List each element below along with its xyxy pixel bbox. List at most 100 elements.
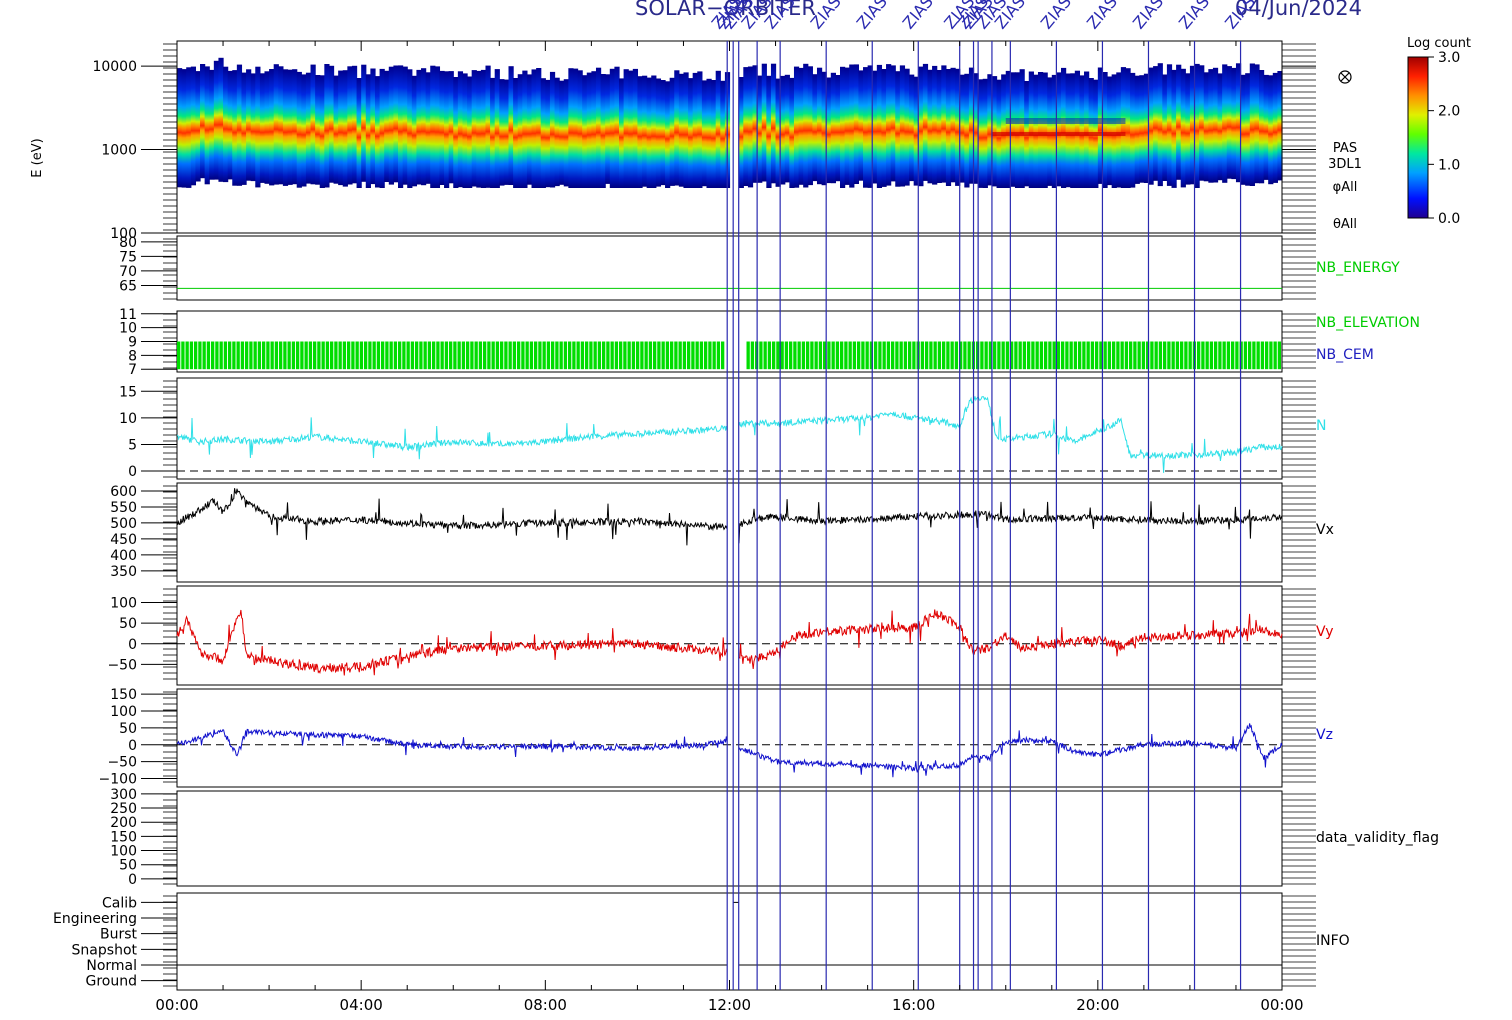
- nb-elevation-bar: [589, 341, 593, 370]
- spectrogram-column: [1240, 74, 1246, 185]
- spectrogram-column: [1162, 74, 1168, 181]
- nb-elevation-bar: [797, 341, 801, 370]
- nb-elevation-bar: [954, 341, 959, 370]
- spectrogram-column: [1139, 75, 1145, 183]
- spectrogram-column: [480, 69, 487, 188]
- spectrogram-column: [1199, 65, 1205, 181]
- nb-elevation-bar: [576, 341, 580, 370]
- time-tick-label: 04:00: [340, 996, 383, 1014]
- nb-elevation-bar: [198, 341, 202, 370]
- nb-elevation-bar: [640, 341, 644, 370]
- spectrogram-column: [605, 74, 611, 184]
- spectrogram-column: [457, 71, 464, 188]
- spectrogram-column: [586, 72, 592, 188]
- spectrogram-column: [347, 66, 353, 185]
- spectrogram-column: [213, 60, 220, 180]
- spectrogram-column: [770, 63, 777, 184]
- vx-label: Vx: [1316, 522, 1334, 538]
- nb-elevation-bar: [427, 341, 432, 370]
- spectrogram-column: [655, 78, 662, 187]
- spectrogram-column: [333, 75, 339, 184]
- panel-data_validity_flag: 300250200150100500data_validity_flag: [110, 787, 1439, 888]
- nb-elevation-bar: [211, 341, 215, 370]
- spectrogram-column: [780, 75, 786, 185]
- nb-elevation-bar: [415, 341, 419, 370]
- spectrogram-column: [1208, 69, 1214, 183]
- nb-elevation-bar: [886, 341, 891, 370]
- nb-elevation-bar: [801, 341, 806, 370]
- spectrogram-column: [1134, 75, 1140, 184]
- nb-elevation-bar: [1044, 341, 1048, 370]
- nb-elevation-bar: [262, 341, 266, 370]
- spectrogram-column: [623, 69, 629, 188]
- ytick-label: 10000: [92, 59, 137, 75]
- info-label: INFO: [1316, 933, 1350, 949]
- nb-elevation-bar: [274, 341, 279, 370]
- nb-elevation-bar: [376, 341, 381, 370]
- density-frame: [176, 377, 1283, 480]
- spectrogram-column: [517, 74, 523, 188]
- spectrogram-band-high: [991, 132, 1126, 136]
- nb-elevation-bar: [903, 341, 908, 370]
- spectrogram-column: [619, 78, 625, 188]
- ytick-label: 0: [128, 464, 137, 480]
- spectrogram-column: [425, 72, 431, 184]
- ytick-label: 350: [110, 564, 137, 580]
- nb-elevation-bar: [325, 341, 330, 370]
- nb-elevation-bar: [980, 341, 984, 370]
- nb-elevation-bar: [1056, 341, 1061, 370]
- nb-elevation-bar: [1171, 341, 1175, 370]
- colorbar-tick-label: 0.0: [1438, 211, 1460, 227]
- nb-elevation-bar: [763, 341, 767, 370]
- spectrogram-column: [840, 66, 846, 188]
- nb-elevation-bar: [1201, 341, 1205, 370]
- nb-elevation-bar: [789, 341, 793, 370]
- spectrogram-column: [591, 71, 597, 188]
- spectrogram-column: [1120, 67, 1127, 188]
- spectrogram-column: [743, 67, 749, 186]
- spectrogram-column: [697, 71, 703, 188]
- nb-elevation-bar: [644, 341, 648, 370]
- ytick-label: 150: [110, 687, 137, 703]
- nb-elevation-bar: [1226, 341, 1231, 370]
- spectrogram-column: [282, 69, 289, 186]
- spectrogram-column: [1042, 72, 1048, 188]
- nb-elevation-bar: [546, 341, 551, 370]
- nb-elevation-bar: [466, 341, 470, 370]
- nb-elevation-bar: [436, 341, 440, 370]
- nb-elevation-bar: [865, 341, 869, 370]
- spectrogram-column: [982, 78, 988, 188]
- nb-energy-label: NB_ENERGY: [1316, 260, 1400, 276]
- spectrogram-column: [513, 78, 519, 188]
- nb-elevation-bar: [967, 341, 971, 370]
- nb-elevation-bar: [933, 341, 937, 370]
- spectrogram-column: [356, 78, 362, 188]
- nb-elevation-bar: [393, 341, 398, 370]
- nb-elevation-bar: [1243, 341, 1248, 370]
- spectrogram-column: [494, 69, 500, 188]
- spectrogram-column: [287, 69, 293, 185]
- spectrogram-column: [747, 66, 754, 188]
- spectrogram-column: [439, 70, 445, 185]
- spectrogram-column: [945, 69, 952, 186]
- spectrogram-column: [1272, 72, 1278, 183]
- nb-elevation-bar: [899, 341, 903, 370]
- spectrogram-band-low: [1005, 118, 1126, 124]
- nb-elevation-bar: [665, 341, 670, 370]
- spectrogram-right-label: φAll: [1333, 180, 1358, 195]
- spectrogram-right-label: θAll: [1333, 217, 1357, 232]
- nb-elevation-bar: [614, 341, 619, 370]
- event-marker-label: ZIAS: [1037, 0, 1075, 33]
- spectrogram-column: [826, 77, 832, 184]
- spectrogram-column: [190, 66, 197, 186]
- spectrogram-column: [503, 79, 510, 185]
- nb-elevation-bar: [1133, 341, 1137, 370]
- event-marker-label: ZIAS: [853, 0, 891, 33]
- spectrogram-column: [554, 77, 560, 187]
- spectrogram-column: [1001, 74, 1007, 188]
- nb-elevation-bar: [1273, 341, 1277, 370]
- nb-elevation-bar: [997, 341, 1001, 370]
- spectrogram-column: [1166, 64, 1173, 186]
- spectrogram-column: [540, 78, 546, 188]
- spectrogram-column: [485, 65, 491, 188]
